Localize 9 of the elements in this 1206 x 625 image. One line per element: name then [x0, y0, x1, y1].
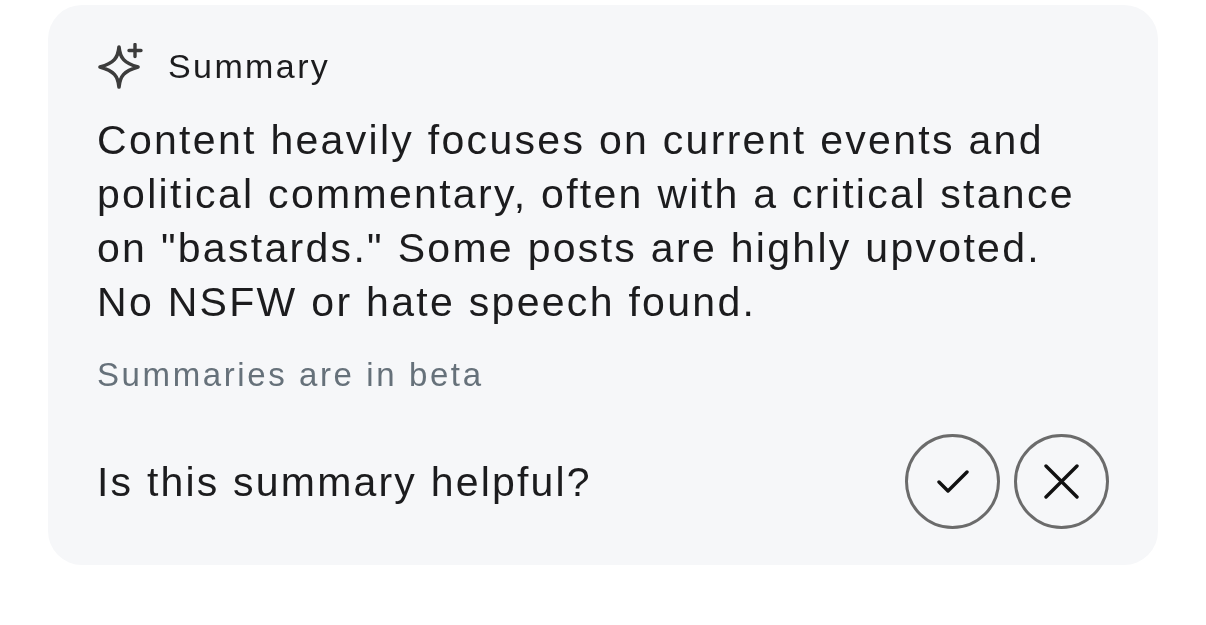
check-icon	[936, 469, 969, 494]
sparkle-icon	[97, 43, 144, 89]
feedback-question: Is this summary helpful?	[97, 457, 592, 507]
close-icon	[1044, 464, 1079, 499]
helpful-button[interactable]	[905, 434, 1000, 529]
card-title: Summary	[168, 46, 331, 87]
summary-text: Content heavily focuses on current events and political commentary, often with a critical stance on "bastards." Some posts are highly upvoted. No NSFW or hate speech found.	[97, 116, 1076, 327]
not-helpful-button[interactable]	[1014, 434, 1109, 529]
beta-note: Summaries are in beta	[97, 357, 485, 393]
